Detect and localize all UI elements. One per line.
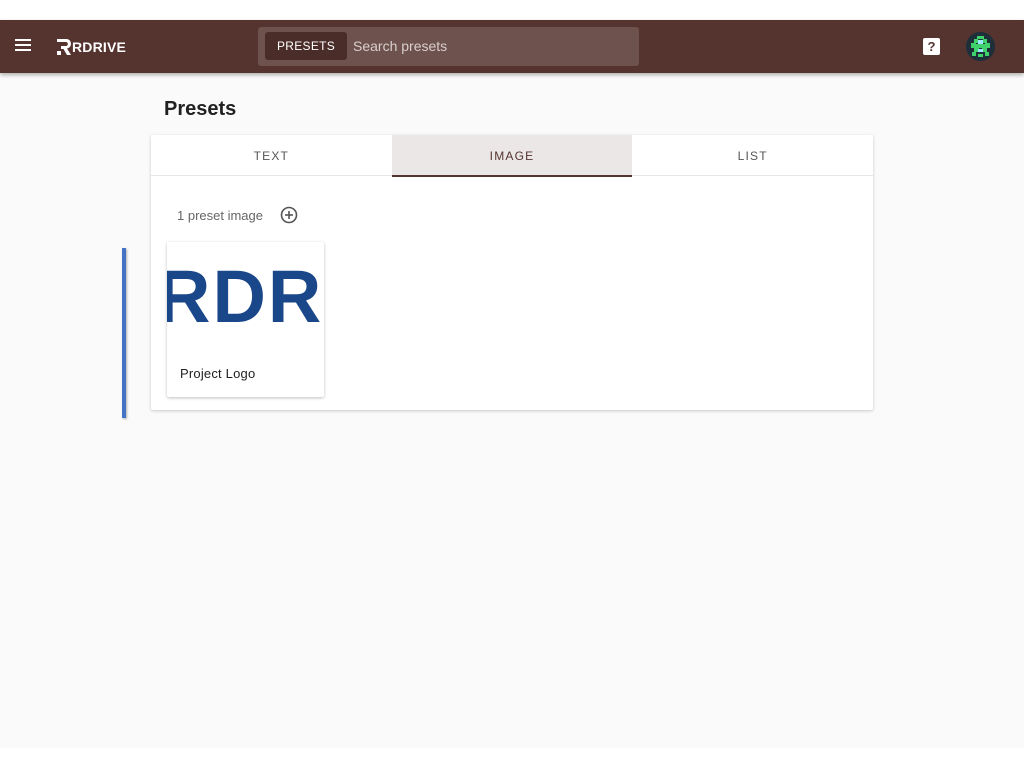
preset-image-label: Project Logo — [180, 366, 256, 381]
app-logo[interactable]: RDRIVE — [56, 37, 126, 57]
page-title: Presets — [164, 98, 237, 120]
presets-card: TEXT IMAGE LIST 1 preset image RDR Proje… — [151, 135, 873, 410]
rdr-logo-image: RDR — [167, 260, 323, 332]
preset-thumbnail: RDR — [167, 260, 324, 332]
preset-count-row: 1 preset image — [177, 206, 298, 224]
avatar[interactable] — [966, 32, 995, 61]
preset-image-card[interactable]: RDR Project Logo — [167, 242, 324, 397]
logo-mark-icon — [57, 39, 71, 55]
thumbnail-text: RDR — [167, 260, 323, 332]
tab-bar: TEXT IMAGE LIST — [151, 135, 873, 177]
preset-count-label: 1 preset image — [177, 207, 263, 223]
tab-text[interactable]: TEXT — [151, 135, 392, 176]
search-scope-button[interactable]: PRESETS — [265, 32, 347, 60]
tab-list[interactable]: LIST — [632, 135, 873, 176]
search-bar: PRESETS — [258, 27, 639, 66]
help-icon[interactable]: ? — [923, 38, 940, 55]
app-bar: RDRIVE PRESETS ? — [0, 20, 1024, 73]
tab-image[interactable]: IMAGE — [391, 135, 633, 177]
hamburger-menu-icon[interactable] — [13, 37, 33, 57]
resize-handle[interactable] — [122, 248, 126, 418]
pixel-avatar-icon — [966, 32, 995, 61]
add-circle-icon[interactable] — [280, 206, 298, 224]
brand-name: RDRIVE — [72, 39, 127, 55]
search-input[interactable] — [353, 33, 633, 59]
page: RDRIVE PRESETS ? — [0, 20, 1024, 748]
